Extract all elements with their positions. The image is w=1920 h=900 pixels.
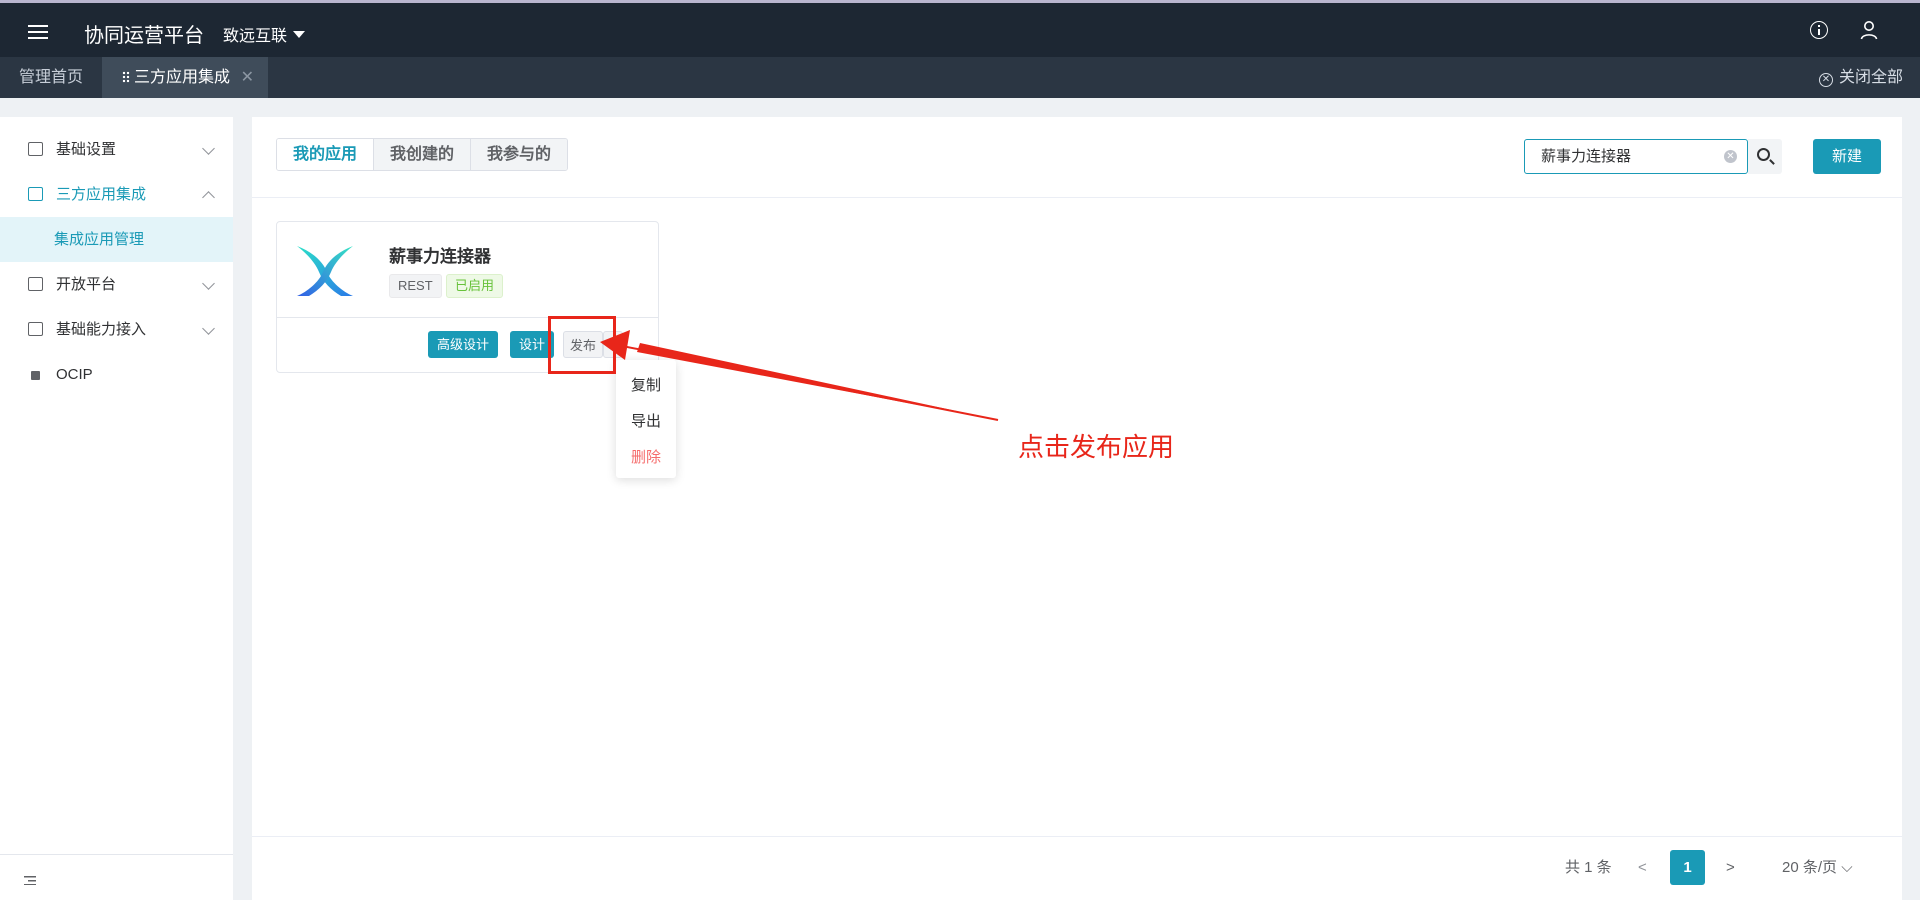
sidebar-item-integration-app-mgmt[interactable]: 集成应用管理 bbox=[0, 217, 233, 262]
chevron-down-icon bbox=[202, 322, 215, 335]
search-icon bbox=[1757, 148, 1770, 161]
annotation-text: 点击发布应用 bbox=[1018, 432, 1175, 462]
search-value: 薪事力连接器 bbox=[1541, 148, 1632, 165]
tab-third-party-integration[interactable]: 三方应用集成 ✕ bbox=[102, 57, 268, 98]
sidebar-item-label: 开放平台 bbox=[56, 276, 117, 293]
main-panel: 我的应用 我创建的 我参与的 薪事力连接器 ✕ 新建 薪事力连接器 REST 已… bbox=[252, 117, 1902, 900]
ocip-icon bbox=[31, 371, 40, 380]
sidebar-item-third-party[interactable]: 三方应用集成 bbox=[0, 172, 233, 217]
new-button[interactable]: 新建 bbox=[1813, 139, 1881, 174]
app-type-tag: REST bbox=[389, 274, 442, 298]
app-title: 协同运营平台 bbox=[84, 25, 204, 47]
sidebar-item-label: 集成应用管理 bbox=[54, 231, 145, 248]
annotation-highlight-box bbox=[548, 316, 616, 374]
next-page-button[interactable]: > bbox=[1726, 850, 1735, 885]
info-icon[interactable] bbox=[1810, 21, 1828, 39]
search-button[interactable] bbox=[1748, 139, 1782, 174]
sidebar-item-ocip[interactable]: OCIP bbox=[0, 352, 233, 397]
menu-item-copy[interactable]: 复制 bbox=[616, 368, 676, 404]
hamburger-menu-icon[interactable] bbox=[28, 25, 48, 39]
sidebar-item-basic-settings[interactable]: 基础设置 bbox=[0, 127, 233, 172]
more-actions-menu: 复制 导出 删除 bbox=[616, 360, 676, 478]
tab-participated[interactable]: 我参与的 bbox=[470, 139, 568, 170]
caret-down-icon bbox=[293, 30, 306, 38]
close-all-label: 关闭全部 bbox=[1838, 69, 1903, 86]
footer-divider bbox=[252, 836, 1902, 837]
monitor-settings-icon bbox=[28, 142, 43, 156]
chevron-down-icon bbox=[202, 277, 215, 290]
page-size-label: 20 条/页 bbox=[1782, 859, 1838, 876]
chevron-up-icon bbox=[202, 191, 215, 204]
sidebar-item-label: 基础设置 bbox=[56, 141, 117, 158]
user-icon[interactable] bbox=[1860, 20, 1878, 40]
sidebar-item-capability-access[interactable]: 基础能力接入 bbox=[0, 307, 233, 352]
integration-icon bbox=[28, 187, 43, 201]
tab-my-apps[interactable]: 我的应用 bbox=[277, 139, 374, 170]
drag-handle-icon bbox=[122, 71, 130, 83]
menu-item-delete[interactable]: 删除 bbox=[616, 440, 676, 476]
close-all-button[interactable]: ✕ 关闭全部 bbox=[1818, 57, 1903, 98]
tab-close-icon[interactable]: ✕ bbox=[241, 57, 254, 98]
tab-label: 三方应用集成 bbox=[134, 69, 231, 86]
sidebar-item-label: 三方应用集成 bbox=[56, 186, 147, 203]
top-bar: 协同运营平台 致远互联 bbox=[0, 0, 1920, 57]
org-name: 致远互联 bbox=[223, 28, 288, 45]
menu-item-export[interactable]: 导出 bbox=[616, 404, 676, 440]
sliders-icon bbox=[28, 322, 43, 336]
sidebar-item-label: OCIP bbox=[56, 366, 93, 383]
app-name: 薪事力连接器 bbox=[389, 247, 491, 266]
header-divider bbox=[252, 197, 1902, 198]
collapse-menu-icon[interactable] bbox=[24, 876, 36, 885]
chevron-down-icon bbox=[202, 142, 215, 155]
pagination-total: 共 1 条 bbox=[1565, 859, 1612, 876]
tab-home[interactable]: 管理首页 bbox=[0, 57, 102, 98]
prev-page-button[interactable]: < bbox=[1638, 850, 1647, 885]
sidebar: 基础设置 三方应用集成 集成应用管理 开放平台 基础能力接入 OCIP bbox=[0, 117, 233, 900]
monitor-icon bbox=[28, 277, 43, 291]
sidebar-collapse bbox=[0, 854, 233, 900]
tab-bar: 管理首页 三方应用集成 ✕ ✕ 关闭全部 bbox=[0, 57, 1920, 98]
sidebar-item-label: 基础能力接入 bbox=[56, 321, 147, 338]
clear-icon[interactable]: ✕ bbox=[1724, 150, 1737, 163]
close-circle-icon: ✕ bbox=[1818, 73, 1833, 87]
tab-created-by-me[interactable]: 我创建的 bbox=[373, 139, 471, 170]
page-size-select[interactable]: 20 条/页 ⌵ bbox=[1782, 850, 1853, 885]
current-page-button[interactable]: 1 bbox=[1670, 850, 1705, 885]
chevron-down-icon: ⌵ bbox=[1841, 859, 1853, 876]
status-badge: 已启用 bbox=[446, 274, 504, 298]
sidebar-item-open-platform[interactable]: 开放平台 bbox=[0, 262, 233, 307]
app-filter-tabs: 我的应用 我创建的 我参与的 bbox=[276, 138, 569, 171]
advanced-design-button[interactable]: 高级设计 bbox=[428, 331, 499, 358]
search-input[interactable]: 薪事力连接器 ✕ bbox=[1524, 139, 1748, 174]
org-switcher[interactable]: 致远互联 bbox=[223, 22, 306, 46]
app-logo bbox=[297, 246, 353, 296]
